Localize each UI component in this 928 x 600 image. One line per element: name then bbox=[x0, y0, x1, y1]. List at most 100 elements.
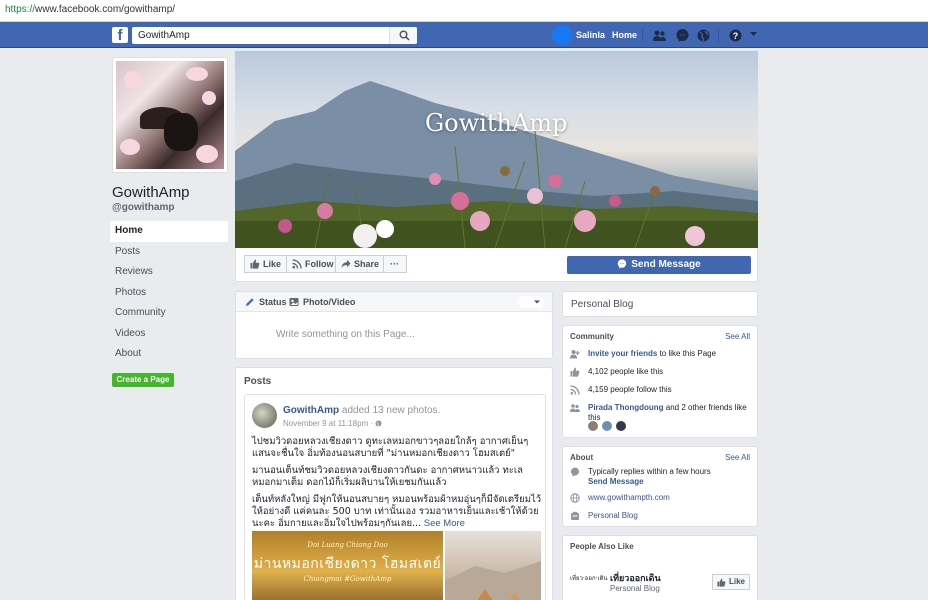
page-category[interactable]: Personal Blog bbox=[571, 299, 633, 310]
profile-picture[interactable] bbox=[112, 57, 228, 173]
left-nav-about[interactable]: About bbox=[110, 344, 228, 365]
invite-friends-link[interactable]: Invite your friends bbox=[588, 349, 657, 358]
help-icon[interactable]: ? bbox=[728, 28, 743, 43]
search-box[interactable] bbox=[132, 27, 417, 44]
chat-bubble-icon bbox=[571, 467, 579, 477]
thumbs-up-icon bbox=[250, 259, 260, 269]
people-also-like-card: People Also Like เที่ยว·ออก·เดิน เที่ยวอ… bbox=[562, 535, 758, 600]
suggested-page-category: Personal Blog bbox=[610, 584, 660, 593]
posts-section: Posts GowithAmp added 13 new photos. Nov… bbox=[235, 367, 553, 600]
left-nav-community[interactable]: Community bbox=[110, 303, 228, 324]
post-timestamp[interactable]: November 9 at 11:18pm · bbox=[283, 419, 382, 428]
category-tag-icon bbox=[571, 511, 579, 520]
friend-avatar-2[interactable] bbox=[602, 421, 613, 431]
photo-caption-main: ม่านหมอกเชียงดาว โฮมสเตย์ bbox=[253, 556, 442, 572]
photo-icon bbox=[289, 298, 299, 306]
like-page-button[interactable]: Like bbox=[244, 255, 287, 273]
post-paragraph-2: มานอนเต็นท์ชมวิวดอยหลวงเชียงดาวกันดะ อาก… bbox=[252, 465, 523, 488]
page-left-navigation: Home Posts Reviews Photos Community Vide… bbox=[110, 221, 228, 365]
cover-photo[interactable]: GowithAmp bbox=[235, 51, 758, 248]
likes-count-row: 4,102 people like this bbox=[570, 367, 752, 377]
thumbs-up-icon bbox=[570, 367, 580, 377]
post-photo-1[interactable]: Doi Luang Chiang Dao ม่านหมอกเชียงดาว โฮ… bbox=[252, 531, 443, 600]
composer-tabs: Status Photo/Video bbox=[236, 292, 552, 312]
messenger-icon[interactable] bbox=[675, 28, 690, 43]
category-row: Personal Blog bbox=[570, 511, 752, 521]
follow-page-button[interactable]: Follow bbox=[286, 255, 336, 273]
left-nav-home[interactable]: Home bbox=[110, 221, 228, 242]
invite-friends-icon bbox=[570, 350, 580, 359]
more-dots-icon: ··· bbox=[390, 259, 399, 269]
composer-tab-photo-video[interactable]: Photo/Video bbox=[289, 297, 355, 307]
search-input[interactable] bbox=[132, 27, 382, 44]
nav-divider-2 bbox=[718, 28, 719, 42]
user-avatar[interactable] bbox=[552, 25, 572, 45]
page-name: GowithAmp bbox=[112, 184, 190, 201]
share-page-button[interactable]: Share bbox=[335, 255, 384, 273]
facebook-logo[interactable]: f bbox=[112, 27, 128, 43]
left-nav-posts[interactable]: Posts bbox=[110, 242, 228, 263]
messenger-bubble-icon bbox=[618, 259, 627, 269]
post-photo-2[interactable] bbox=[445, 531, 541, 600]
response-time-row: Typically replies within a few hours Sen… bbox=[570, 467, 752, 487]
search-button[interactable] bbox=[389, 27, 417, 44]
post-composer: Status Photo/Video Write something on th… bbox=[235, 291, 553, 359]
notifications-globe-icon[interactable] bbox=[696, 28, 711, 43]
cover-title: GowithAmp bbox=[425, 109, 568, 137]
website-link[interactable]: www.gowithampth.com bbox=[588, 493, 670, 502]
post-author-line: GowithAmp added 13 new photos. bbox=[283, 405, 440, 416]
friend-requests-icon[interactable] bbox=[652, 28, 667, 43]
post-author-avatar[interactable] bbox=[252, 403, 277, 428]
composer-dropdown[interactable] bbox=[518, 296, 544, 308]
left-nav-videos[interactable]: Videos bbox=[110, 324, 228, 345]
nav-user-name[interactable]: Salinla bbox=[576, 30, 605, 40]
friends-like-row: Pirada Thongdoung and 2 other friends li… bbox=[570, 403, 752, 423]
community-see-all[interactable]: See All bbox=[725, 332, 750, 341]
post-body: ไปชมวิวดอยหลวงเชียงดาว ดูทะเลหมอกขาวๆลอย… bbox=[252, 436, 542, 535]
thumbs-up-icon bbox=[717, 578, 726, 587]
nav-divider bbox=[642, 28, 643, 42]
left-nav-reviews[interactable]: Reviews bbox=[110, 262, 228, 283]
page-category-card: Personal Blog bbox=[562, 291, 758, 317]
composer-tab-status[interactable]: Status bbox=[245, 297, 287, 307]
composer-input[interactable]: Write something on this Page... bbox=[276, 329, 415, 340]
post-action-text: added 13 new photos. bbox=[341, 405, 441, 416]
about-title: About bbox=[570, 453, 594, 462]
address-url[interactable]: https://www.facebook.com/gowithamp/ bbox=[5, 4, 175, 15]
about-see-all[interactable]: See All bbox=[725, 453, 750, 462]
top-navigation-bar: f Salinla Home ? bbox=[0, 22, 928, 48]
post-author-name[interactable]: GowithAmp bbox=[283, 405, 339, 416]
friends-icon bbox=[570, 404, 580, 412]
globe-icon bbox=[570, 493, 580, 503]
browser-address-bar[interactable]: https://www.facebook.com/gowithamp/ bbox=[0, 0, 928, 22]
friend-avatar-1[interactable] bbox=[588, 421, 598, 431]
svg-text:?: ? bbox=[733, 31, 739, 41]
post-card: GowithAmp added 13 new photos. November … bbox=[244, 394, 546, 600]
website-row: www.gowithampth.com bbox=[570, 493, 752, 503]
community-title: Community bbox=[570, 332, 614, 341]
friend-avatars bbox=[588, 421, 627, 434]
about-send-message-link[interactable]: Send Message bbox=[588, 477, 644, 486]
friend-avatar-3[interactable] bbox=[616, 421, 627, 431]
send-message-button[interactable]: Send Message bbox=[567, 256, 751, 274]
left-nav-photos[interactable]: Photos bbox=[110, 283, 228, 304]
rss-follow-icon bbox=[570, 385, 580, 395]
category-link[interactable]: Personal Blog bbox=[588, 511, 638, 520]
nav-home-link[interactable]: Home bbox=[612, 30, 637, 40]
see-more-link[interactable]: See More bbox=[421, 518, 465, 529]
search-icon bbox=[399, 30, 410, 41]
globe-icon bbox=[375, 420, 382, 427]
cover-scenery bbox=[235, 81, 758, 248]
suggested-page-name[interactable]: เที่ยวออกเดิน bbox=[610, 571, 661, 585]
more-options-button[interactable]: ··· bbox=[383, 255, 407, 273]
create-page-button[interactable]: Create a Page bbox=[112, 373, 174, 387]
tent-scenery bbox=[445, 561, 541, 600]
friend-name-link[interactable]: Pirada Thongdoung bbox=[588, 403, 664, 412]
rss-follow-icon bbox=[292, 259, 302, 269]
about-card: About See All Typically replies within a… bbox=[562, 446, 758, 527]
posts-title: Posts bbox=[244, 376, 272, 387]
suggested-page-logo[interactable]: เที่ยว·ออก·เดิน bbox=[570, 569, 608, 589]
suggested-page-like-button[interactable]: Like bbox=[712, 574, 750, 590]
account-menu-caret-icon[interactable] bbox=[749, 31, 764, 46]
photo-caption-top: Doi Luang Chiang Dao bbox=[307, 541, 388, 549]
